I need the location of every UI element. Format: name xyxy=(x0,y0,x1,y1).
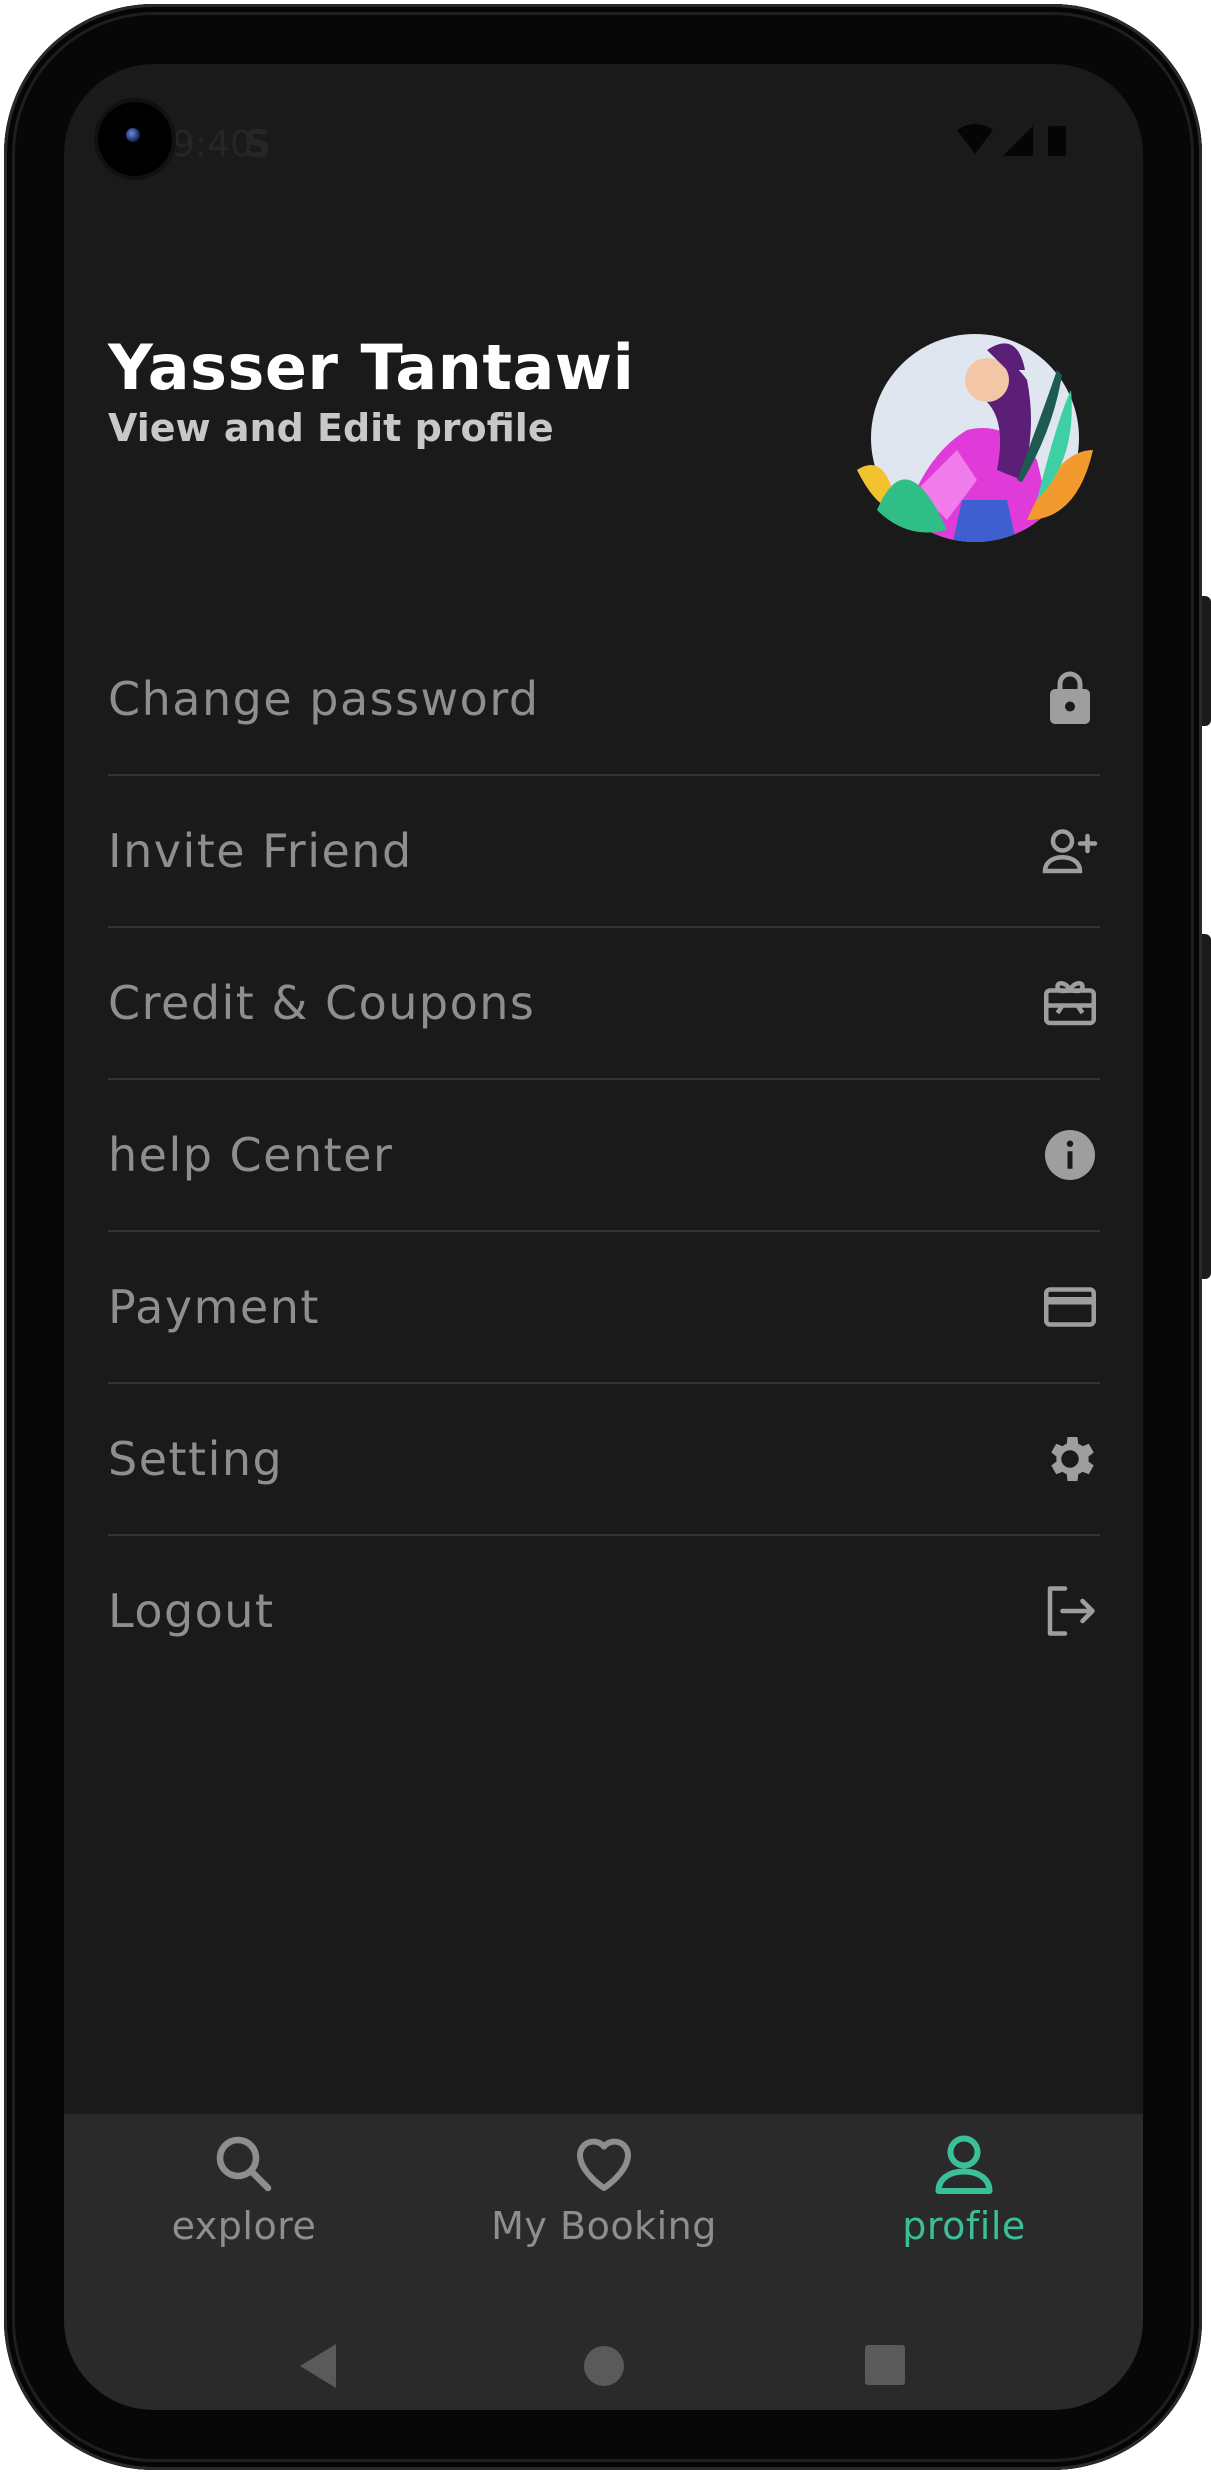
signal-icon xyxy=(1003,126,1033,156)
status-time: 9:40 xyxy=(172,124,253,165)
menu-item-credit-coupons[interactable]: Credit & Coupons xyxy=(108,928,1100,1080)
gift-card-icon xyxy=(1040,973,1100,1033)
gear-icon xyxy=(1040,1429,1100,1489)
menu-item-label: Invite Friend xyxy=(108,824,413,878)
screen: 9:40 S Yasser Tantawi View and Edit prof… xyxy=(64,64,1143,2410)
logout-icon xyxy=(1040,1581,1100,1641)
search-icon xyxy=(216,2136,272,2192)
nav-profile[interactable]: profile xyxy=(834,2128,1094,2278)
view-edit-profile-link[interactable]: View and Edit profile xyxy=(108,406,634,450)
power-button xyxy=(1202,934,1211,1279)
home-icon[interactable] xyxy=(582,2344,626,2388)
nav-explore[interactable]: explore xyxy=(114,2128,374,2278)
status-notification: S xyxy=(244,122,272,166)
wifi-icon xyxy=(957,124,993,154)
menu-item-label: Change password xyxy=(108,672,540,726)
lock-icon xyxy=(1040,669,1100,729)
menu-item-label: Credit & Coupons xyxy=(108,976,536,1030)
profile-name: Yasser Tantawi xyxy=(108,331,635,404)
bottom-navigation: explore My Booking profile xyxy=(64,2114,1143,2410)
profile-header[interactable]: Yasser Tantawi View and Edit profile xyxy=(108,331,635,450)
front-camera xyxy=(98,102,172,176)
menu-item-label: Logout xyxy=(108,1584,275,1638)
status-bar: 9:40 S xyxy=(64,64,1143,224)
heart-icon xyxy=(577,2138,631,2191)
person-add-icon xyxy=(1040,821,1100,881)
nav-my-booking-label: My Booking xyxy=(491,2204,717,2248)
battery-icon xyxy=(1048,126,1066,156)
profile-menu: Change password Invite Friend Credit & C… xyxy=(108,624,1100,1686)
nav-profile-label: profile xyxy=(902,2204,1026,2248)
menu-item-help-center[interactable]: help Center xyxy=(108,1080,1100,1232)
menu-item-label: Setting xyxy=(108,1432,284,1486)
recents-icon[interactable] xyxy=(864,2344,906,2386)
status-icons xyxy=(957,124,1066,156)
system-navigation-bar xyxy=(64,2334,1143,2394)
menu-item-logout[interactable]: Logout xyxy=(108,1536,1100,1686)
menu-item-setting[interactable]: Setting xyxy=(108,1384,1100,1536)
nav-my-booking[interactable]: My Booking xyxy=(474,2128,734,2278)
back-icon[interactable] xyxy=(296,2342,340,2390)
person-icon xyxy=(935,2135,993,2194)
menu-item-label: Payment xyxy=(108,1280,320,1334)
volume-button xyxy=(1202,596,1211,726)
credit-card-icon xyxy=(1040,1277,1100,1337)
menu-item-change-password[interactable]: Change password xyxy=(108,624,1100,776)
phone-frame: 9:40 S Yasser Tantawi View and Edit prof… xyxy=(4,4,1211,2470)
menu-item-invite-friend[interactable]: Invite Friend xyxy=(108,776,1100,928)
menu-item-payment[interactable]: Payment xyxy=(108,1232,1100,1384)
menu-item-label: help Center xyxy=(108,1128,394,1182)
nav-explore-label: explore xyxy=(171,2204,317,2248)
avatar[interactable] xyxy=(857,310,1093,546)
info-icon xyxy=(1040,1125,1100,1185)
